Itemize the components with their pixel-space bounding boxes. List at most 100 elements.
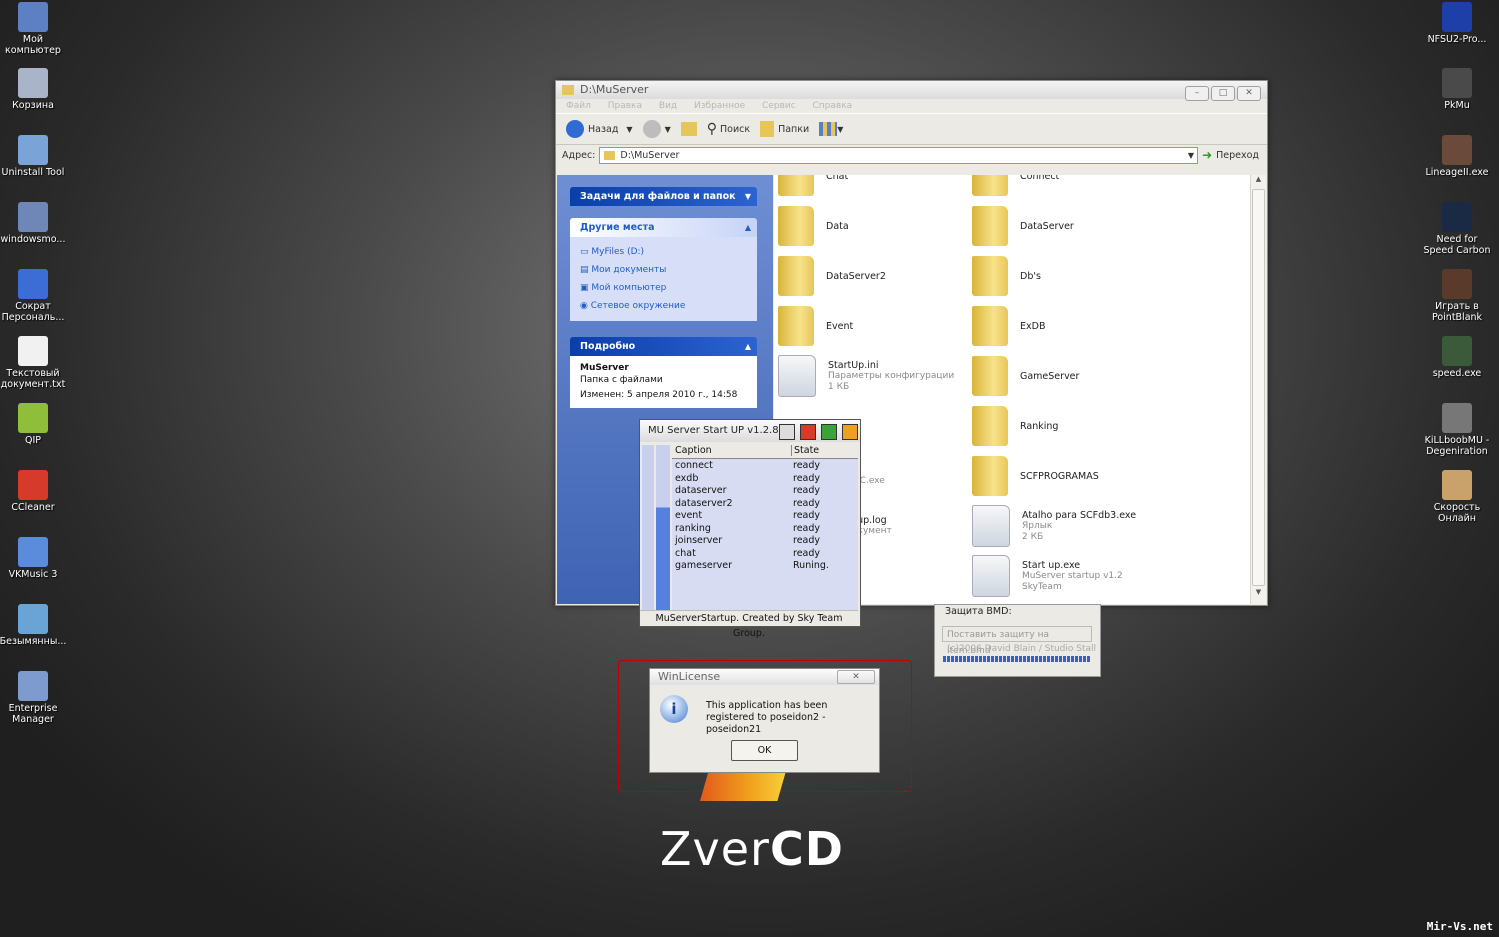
desktop-icon[interactable]: QIP (0, 403, 69, 446)
other-places-header[interactable]: Другие места ▲ (570, 218, 757, 237)
process-caption: dataserver (675, 485, 727, 496)
place-my-computer[interactable]: ▣ Мой компьютер (580, 279, 757, 297)
menu-tools[interactable]: Сервис (762, 101, 796, 111)
file-item[interactable]: ExDB (972, 301, 1045, 351)
file-item[interactable]: Atalho para SCFdb3.exe Ярлык 2 КБ (972, 501, 1136, 551)
file-item[interactable]: Chat (778, 175, 848, 201)
desktop-icon[interactable]: KiLLboobMU - Degeniration (1421, 403, 1493, 457)
mu-process-row[interactable]: chat ready (672, 548, 858, 561)
close-button[interactable]: ✕ (837, 670, 875, 684)
menu-view[interactable]: Вид (659, 101, 677, 111)
file-item[interactable]: DataServer2 (778, 251, 886, 301)
go-arrow-icon[interactable]: ➜ (1202, 148, 1212, 162)
maximize-button[interactable]: □ (1211, 86, 1235, 101)
place-myfiles[interactable]: ▭ MyFiles (D:) (580, 243, 757, 261)
file-desc: Ярлык (1022, 520, 1053, 531)
windows-logo (700, 771, 786, 801)
close-button[interactable]: ✕ (1237, 86, 1261, 101)
desktop-icon[interactable]: VKMusic 3 (0, 537, 69, 580)
desktop-icon[interactable]: Сократ Персональ... (0, 269, 69, 323)
file-item[interactable]: Ranking (972, 401, 1058, 451)
col-caption[interactable]: Caption (675, 445, 712, 456)
desktop-icon[interactable]: Uninstall Tool (0, 135, 69, 178)
desktop-icon-label: NFSU2-Pro... (1427, 34, 1487, 45)
folders-button[interactable]: Папки (760, 121, 809, 137)
up-button[interactable] (680, 122, 697, 136)
bmd-protect-button[interactable]: Поставить защиту на Item.bmd (942, 626, 1092, 656)
winlicense-titlebar[interactable]: WinLicense ✕ (650, 669, 879, 685)
mu-process-row[interactable]: ranking ready (672, 523, 858, 536)
scroll-up-arrow[interactable]: ▲ (1251, 175, 1266, 187)
file-item[interactable]: SCFPROGRAMAS (972, 451, 1099, 501)
up-red-icon[interactable] (800, 424, 816, 440)
col-state[interactable]: State (791, 445, 819, 456)
vertical-scrollbar[interactable]: ▲ ▼ (1250, 175, 1266, 604)
mu-titlebar[interactable]: MU Server Start UP v1.2.8 (640, 420, 860, 442)
desktop-icon[interactable]: LineageII.exe (1421, 135, 1493, 178)
mu-process-list[interactable]: Caption State connect ready exdb ready datas… (672, 445, 858, 610)
desktop-icon[interactable]: Безымянны... (0, 604, 69, 647)
explorer-titlebar[interactable]: D:\MuServer – □ ✕ (556, 81, 1267, 101)
file-item[interactable]: StartUp.ini Параметры конфигурации 1 КБ (778, 351, 954, 401)
chevron-down-icon[interactable]: ▼ (837, 125, 843, 134)
mu-process-row[interactable]: dataserver ready (672, 485, 858, 498)
forward-button[interactable]: ▼ (642, 120, 671, 138)
file-item[interactable]: Data (778, 201, 849, 251)
file-item[interactable]: GameServer (972, 351, 1079, 401)
desktop-icon-label: CCleaner (11, 502, 55, 513)
file-name: Connect (1020, 175, 1060, 182)
down-green-icon[interactable] (821, 424, 837, 440)
details-header[interactable]: Подробно ▲ (570, 337, 757, 356)
chevron-down-icon[interactable]: ▼ (665, 125, 671, 134)
chevron-down-icon[interactable]: ▼ (626, 125, 632, 134)
desktop-icon[interactable]: Текстовый документ.txt (0, 336, 69, 390)
back-button[interactable]: Назад ▼ (566, 120, 633, 138)
mu-process-row[interactable]: connect ready (672, 460, 858, 473)
killboobmu-icon (1442, 403, 1472, 433)
mu-process-row[interactable]: gameserver Runing. (672, 560, 858, 573)
minimize-button[interactable]: – (1185, 86, 1209, 101)
scroll-thumb[interactable] (1252, 189, 1265, 586)
file-tasks-header[interactable]: Задачи для файлов и папок ▼ (570, 187, 757, 206)
desktop-icon[interactable]: Мой компьютер (0, 2, 69, 56)
refresh-icon[interactable] (779, 424, 795, 440)
file-item[interactable]: Db's (972, 251, 1041, 301)
desktop-icon-label: windowsmo... (0, 234, 66, 245)
mu-process-row[interactable]: exdb ready (672, 473, 858, 486)
chevron-down-icon[interactable]: ▼ (1188, 148, 1194, 163)
menu-file[interactable]: Файл (566, 101, 591, 111)
desktop-icon[interactable]: Enterprise Manager (0, 671, 69, 725)
desktop-icon[interactable]: Корзина (0, 68, 69, 111)
mu-process-row[interactable]: event ready (672, 510, 858, 523)
close-orange-icon[interactable] (842, 424, 858, 440)
place-my-documents[interactable]: ▤ Мои документы (580, 261, 757, 279)
ok-button[interactable]: OK (731, 740, 798, 761)
file-item[interactable]: Event (778, 301, 853, 351)
search-button[interactable]: ⚲ Поиск (707, 121, 750, 137)
chevron-down-icon[interactable]: ▼ (745, 187, 751, 206)
go-button[interactable]: Переход (1216, 150, 1259, 161)
scroll-down-arrow[interactable]: ▼ (1251, 588, 1266, 600)
desktop-icon[interactable]: windowsmo... (0, 202, 69, 245)
desktop-icon[interactable]: Скорость Онлайн (1421, 470, 1493, 524)
menu-favorites[interactable]: Избранное (694, 101, 745, 111)
place-network[interactable]: ◉ Сетевое окружение (580, 297, 757, 315)
menu-edit[interactable]: Правка (608, 101, 642, 111)
file-item[interactable]: Start up.exe MuServer startup v1.2 SkyTeam (972, 551, 1123, 601)
chevron-up-icon[interactable]: ▲ (745, 218, 751, 237)
views-button[interactable]: ▼ (819, 122, 843, 136)
mu-process-row[interactable]: dataserver2 ready (672, 498, 858, 511)
file-item[interactable]: Connect (972, 175, 1059, 201)
file-name: Db's (1020, 270, 1041, 282)
menu-help[interactable]: Справка (813, 101, 853, 111)
desktop-icon[interactable]: speed.exe (1421, 336, 1493, 379)
desktop-icon[interactable]: CCleaner (0, 470, 69, 513)
address-input[interactable]: D:\MuServer ▼ (599, 146, 1199, 164)
file-item[interactable]: DataServer (972, 201, 1074, 251)
mu-process-row[interactable]: joinserver ready (672, 535, 858, 548)
desktop-icon[interactable]: NFSU2-Pro... (1421, 2, 1493, 45)
chevron-up-icon[interactable]: ▲ (745, 337, 751, 356)
desktop-icon[interactable]: Играть в PointBlank (1421, 269, 1493, 323)
desktop-icon[interactable]: PkMu (1421, 68, 1493, 111)
desktop-icon[interactable]: Need for Speed Carbon (1421, 202, 1493, 256)
